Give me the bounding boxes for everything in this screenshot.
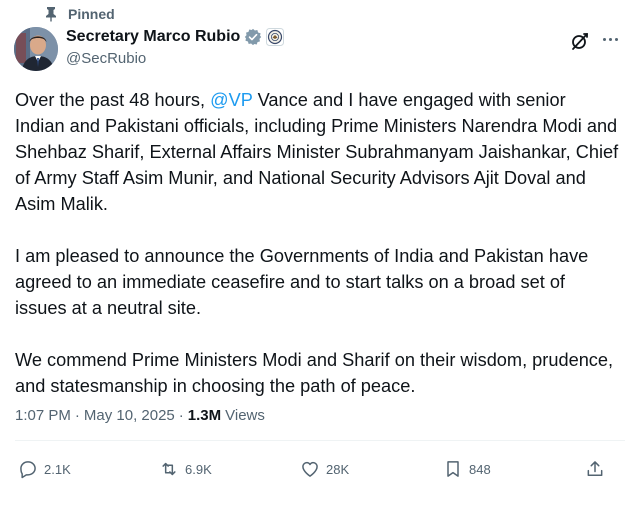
tweet-time[interactable]: 1:07 PM: [15, 407, 71, 424]
tweet-paragraph: Over the past 48 hours, @VP Vance and I …: [15, 90, 619, 214]
pin-icon: [46, 7, 56, 22]
pinned-label: Pinned: [68, 6, 115, 22]
tweet-paragraph: I am pleased to announce the Governments…: [15, 246, 589, 318]
heart-icon: [302, 461, 318, 477]
avatar-portrait: [14, 27, 58, 71]
reply-icon: [20, 461, 36, 479]
state-department-seal-icon[interactable]: [266, 28, 285, 46]
divider: [15, 440, 625, 441]
more-icon[interactable]: [598, 29, 622, 49]
share-button[interactable]: [585, 459, 605, 479]
tweet-header: Secretary Marco Rubio @SecRubio: [14, 27, 626, 73]
like-count: 28K: [326, 461, 350, 477]
handle[interactable]: @SecRubio: [66, 50, 146, 67]
bookmark-button[interactable]: 848: [443, 459, 491, 479]
tweet-text: Over the past 48 hours, @VP Vance and I …: [15, 87, 620, 425]
reply-count: 2.1K: [44, 461, 71, 477]
display-name[interactable]: Secretary Marco Rubio: [66, 28, 240, 46]
views-label: Views: [225, 407, 265, 424]
avatar[interactable]: [14, 27, 58, 71]
bookmark-count: 848: [469, 461, 491, 477]
mention-link[interactable]: @VP: [210, 90, 252, 110]
repost-icon: [162, 462, 176, 476]
repost-button[interactable]: 6.9K: [159, 459, 212, 479]
separator-dot: ·: [74, 407, 80, 424]
tweet-date[interactable]: May 10, 2025: [84, 407, 175, 424]
bookmark-icon: [447, 461, 459, 477]
pinned-indicator: Pinned: [44, 6, 115, 22]
views-count: 1.3M: [187, 407, 222, 424]
repost-count: 6.9K: [185, 461, 212, 477]
verified-badge-icon[interactable]: [244, 28, 262, 46]
reply-button[interactable]: 2.1K: [18, 459, 71, 479]
like-button[interactable]: 28K: [300, 459, 349, 479]
tweet-metadata: 1:07 PM · May 10, 2025 · 1.3M Views: [15, 407, 265, 424]
tweet-paragraph: We commend Prime Ministers Modi and Shar…: [15, 350, 614, 396]
grok-icon[interactable]: [570, 31, 590, 51]
name-row: Secretary Marco Rubio: [66, 28, 285, 46]
share-icon: [587, 461, 603, 476]
separator-dot: ·: [178, 407, 184, 424]
action-bar: 2.1K 6.9K 28K 848: [18, 459, 608, 483]
